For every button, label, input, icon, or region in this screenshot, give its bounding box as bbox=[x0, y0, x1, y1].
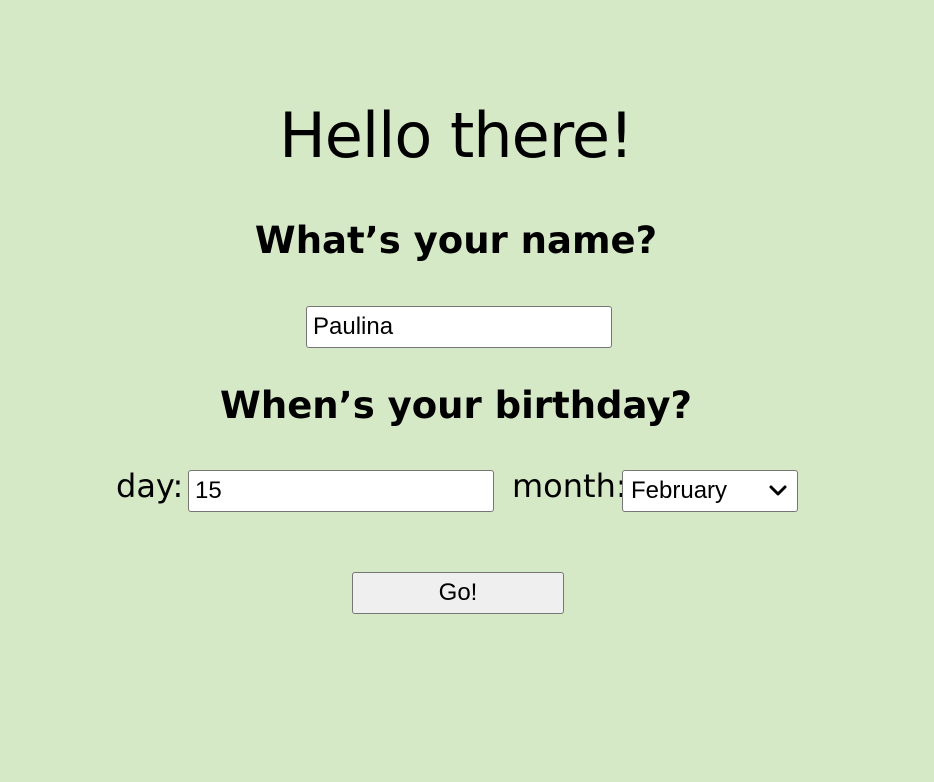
page: Hello there! What’s your name? When’s yo… bbox=[0, 0, 934, 782]
month-label: month: bbox=[512, 467, 627, 505]
chevron-down-icon bbox=[765, 478, 791, 504]
month-select[interactable]: February bbox=[622, 470, 798, 512]
birthday-question: When’s your birthday? bbox=[220, 384, 692, 427]
name-input[interactable] bbox=[306, 306, 612, 348]
name-question: What’s your name? bbox=[254, 219, 658, 262]
day-input[interactable] bbox=[188, 470, 494, 512]
month-selected-value: February bbox=[631, 477, 728, 504]
page-title: Hello there! bbox=[279, 99, 634, 172]
day-label: day: bbox=[116, 467, 184, 505]
go-button[interactable]: Go! bbox=[352, 572, 564, 614]
